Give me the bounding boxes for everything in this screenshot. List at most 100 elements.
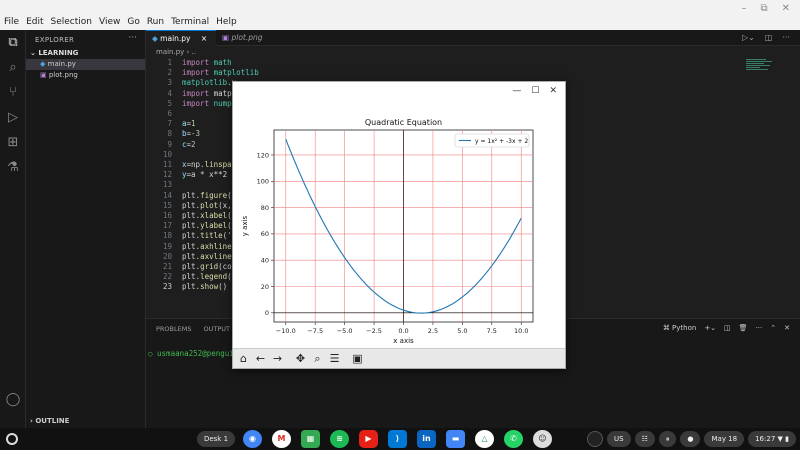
tab-main-py[interactable]: ◆ main.py × — [146, 30, 216, 46]
pan-icon[interactable]: ✥ — [294, 352, 307, 365]
code-line[interactable]: import numpy — [182, 99, 236, 108]
menu-edit[interactable]: Edit — [26, 17, 43, 27]
code-line[interactable]: y=a * x**2 + — [182, 170, 236, 179]
line-number: 5 — [167, 98, 172, 108]
more-icon[interactable]: ··· — [782, 33, 790, 42]
code-line[interactable]: import matpl — [182, 89, 236, 98]
menu-file[interactable]: File — [4, 17, 19, 27]
split-editor-icon[interactable]: ◫ — [765, 33, 773, 42]
code-line[interactable]: a=1 — [182, 119, 196, 128]
stylus-icon[interactable] — [587, 431, 604, 447]
file-main-py[interactable]: ◆ main.py — [26, 59, 145, 70]
maximize-panel-icon[interactable]: ⌃ — [770, 324, 776, 332]
menu-help[interactable]: Help — [216, 17, 237, 27]
line-number: 10 — [162, 149, 172, 159]
legend-label: y = 1x² + -3x + 2 — [475, 138, 528, 145]
input-method[interactable]: US — [607, 431, 631, 447]
more-actions-icon[interactable]: ··· — [128, 33, 137, 43]
line-number: 8 — [167, 129, 172, 139]
code-line[interactable]: plt.axvline( — [182, 252, 236, 261]
files-app-icon[interactable]: ▬ — [446, 430, 465, 448]
spotify-icon[interactable]: ≋ — [330, 430, 349, 448]
new-terminal-icon[interactable]: +⌄ — [704, 324, 716, 332]
source-control-icon[interactable]: ⑂ — [5, 85, 21, 101]
code-line[interactable]: plt.legend() — [182, 272, 236, 281]
run-debug-icon[interactable]: ▷ — [5, 110, 21, 126]
youtube-icon[interactable]: ▶ — [359, 430, 378, 448]
menu-terminal[interactable]: Terminal — [171, 17, 209, 27]
zoom-icon[interactable]: ⌕ — [311, 352, 324, 366]
code-line[interactable]: c=2 — [182, 140, 196, 149]
outline-section[interactable]: › OUTLINE — [30, 417, 69, 425]
notification-icon[interactable]: ● — [680, 431, 701, 447]
terminal-profile[interactable]: ⌘ Python — [663, 324, 697, 332]
code-line[interactable]: import matplotlib — [182, 68, 259, 77]
tab-output[interactable]: OUTPUT — [203, 325, 230, 333]
line-number: 3 — [167, 78, 172, 88]
files-icon[interactable]: ⧉ — [5, 35, 21, 51]
code-line[interactable]: import math — [182, 58, 232, 67]
vscode-icon[interactable]: ⟩ — [388, 430, 407, 448]
code-line[interactable]: b=-3 — [182, 129, 200, 138]
code-line[interactable]: plt.grid(col — [182, 262, 236, 271]
line-number: 1 — [167, 58, 172, 67]
menu-view[interactable]: View — [99, 17, 120, 27]
tab-plot-png[interactable]: ▣ plot.png — [216, 30, 288, 46]
code-line[interactable]: plt.xlabel(' — [182, 211, 236, 220]
minimize-icon[interactable]: – — [741, 3, 746, 14]
tab-problems[interactable]: PROBLEMS — [156, 325, 191, 333]
menu-go[interactable]: Go — [127, 17, 139, 27]
line-number: 14 — [162, 190, 172, 200]
search-icon[interactable]: ⌕ — [5, 60, 21, 76]
configure-subplots-icon[interactable]: ☰ — [328, 352, 341, 365]
launcher-icon[interactable] — [6, 433, 18, 445]
close-tab-icon[interactable]: × — [201, 34, 207, 43]
y-tick-label: 100 — [257, 178, 269, 186]
code-line[interactable]: plt.figure(f — [182, 191, 236, 200]
penguin-terminal-icon[interactable]: ☺ — [533, 430, 552, 448]
breadcrumb[interactable]: main.py › .. — [156, 48, 196, 56]
code-line[interactable]: plt.ylabel(' — [182, 221, 236, 230]
pause-icon[interactable]: ⏸ — [658, 431, 677, 447]
maximize-icon[interactable]: ☐ — [531, 86, 539, 96]
save-icon[interactable]: ▣ — [351, 352, 364, 365]
linkedin-icon[interactable]: in — [417, 430, 436, 448]
folder-learning[interactable]: ⌄ LEARNING — [30, 49, 78, 57]
close-panel-icon[interactable]: ✕ — [784, 324, 790, 332]
sheets-icon[interactable]: ▦ — [301, 430, 320, 448]
more-icon[interactable]: ··· — [756, 324, 763, 332]
close-icon[interactable]: ✕ — [549, 86, 557, 96]
status-area[interactable]: 16:27 ▼ ▮ — [748, 431, 796, 447]
extensions-icon[interactable]: ⊞ — [5, 135, 21, 151]
chrome-icon[interactable]: ◉ — [243, 430, 262, 448]
split-terminal-icon[interactable]: ◫ — [724, 324, 731, 332]
code-line[interactable]: plt.title('Q — [182, 231, 236, 240]
run-icon[interactable]: ▷⌄ — [742, 33, 755, 42]
date[interactable]: May 18 — [704, 431, 745, 447]
close-icon[interactable]: ✕ — [782, 3, 790, 14]
code-line[interactable]: matplotlib.u — [182, 78, 236, 87]
line-number: 9 — [167, 139, 172, 149]
menu-selection[interactable]: Selection — [51, 17, 92, 27]
drive-icon[interactable]: △ — [475, 430, 494, 448]
menu-run[interactable]: Run — [147, 17, 164, 27]
whatsapp-icon[interactable]: ✆ — [504, 430, 523, 448]
desk-button[interactable]: Desk 1 — [197, 431, 235, 447]
trash-icon[interactable]: 🗑 — [739, 324, 748, 332]
code-line[interactable]: plt.axhline( — [182, 242, 236, 251]
forward-arrow-icon[interactable]: → — [271, 352, 284, 365]
clipboard-icon[interactable]: ☷ — [634, 431, 655, 447]
code-line[interactable]: plt.show() — [182, 282, 227, 291]
home-icon[interactable]: ⌂ — [237, 352, 250, 365]
account-icon[interactable]: ◯ — [5, 392, 21, 408]
code-line[interactable]: plt.plot(x, — [182, 201, 232, 210]
back-arrow-icon[interactable]: ← — [254, 352, 267, 365]
minimize-icon[interactable]: — — [512, 86, 521, 96]
restore-icon[interactable]: ⧉ — [760, 3, 767, 14]
minimap[interactable] — [746, 58, 776, 82]
code-line[interactable]: x=np.linspac — [182, 160, 236, 169]
gmail-icon[interactable]: M — [272, 430, 291, 448]
testing-icon[interactable]: ⚗ — [5, 160, 21, 176]
file-plot-png[interactable]: ▣ plot.png — [26, 70, 145, 81]
terminal-prompt[interactable]: ○ usmaana252@penguin: — [148, 349, 243, 358]
